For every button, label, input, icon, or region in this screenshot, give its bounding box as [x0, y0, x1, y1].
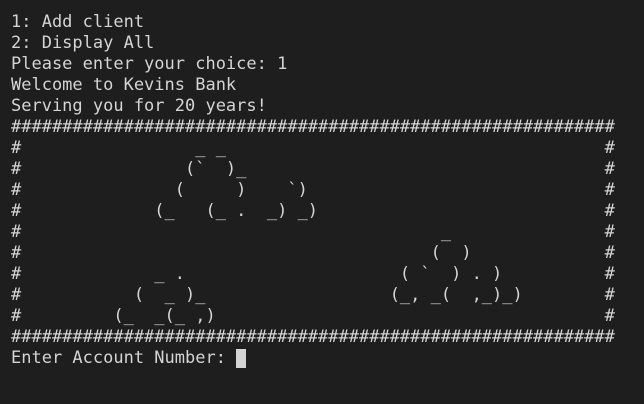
- art-line: # (_ (_ . _) _) #: [11, 201, 615, 221]
- ascii-art-box: ########################################…: [11, 117, 644, 348]
- art-border-bottom: ########################################…: [11, 327, 615, 347]
- choice-prompt: Please enter your choice: 1: [11, 54, 288, 74]
- art-line: # ( ) `) #: [11, 180, 615, 200]
- menu-option-display-all: 2: Display All: [11, 33, 155, 53]
- account-number-input[interactable]: Enter Account Number:: [11, 348, 644, 369]
- block-cursor-icon: [236, 349, 247, 368]
- art-line: # ( _ )_ (_, _( ,_)_) #: [11, 285, 615, 305]
- menu-option-add-client: 1: Add client: [11, 12, 145, 32]
- tagline-text: Serving you for 20 years!: [11, 96, 267, 116]
- art-border-top: ########################################…: [11, 117, 615, 137]
- account-number-label: Enter Account Number:: [11, 348, 237, 368]
- art-line: # _ #: [11, 222, 615, 242]
- art-line: # ( ) #: [11, 243, 615, 263]
- art-line: # _ _ #: [11, 138, 615, 158]
- terminal-window[interactable]: 1: Add client 2: Display All Please ente…: [0, 0, 644, 404]
- welcome-text: Welcome to Kevins Bank: [11, 75, 237, 95]
- art-line: # (_ _(_ ,) #: [11, 306, 615, 326]
- art-line: # (` )_ #: [11, 159, 615, 179]
- art-line: # _ . ( ` ) . ) #: [11, 264, 615, 284]
